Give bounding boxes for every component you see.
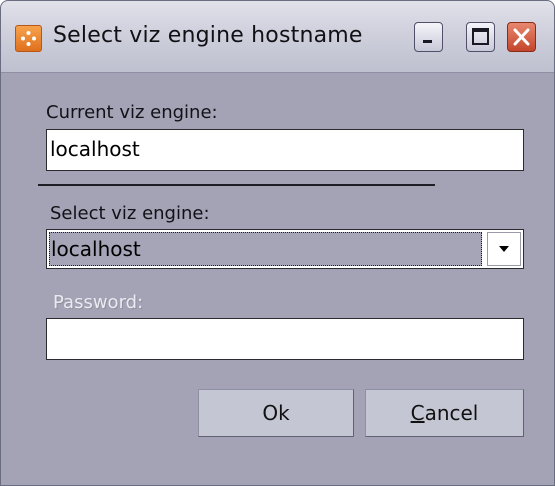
ok-button-label: Ok [262,401,290,425]
password-field[interactable] [46,318,524,360]
dropdown-arrow-button[interactable] [487,232,521,266]
dialog-window: Select viz engine hostname Current viz e… [0,0,555,486]
engine-dropdown-value: localhost [49,232,482,266]
cancel-button-label: ancel [424,401,479,425]
password-label: Password: [53,292,144,313]
window-title: Select viz engine hostname [53,23,363,48]
cancel-button-mnemonic: C [410,401,425,425]
minimize-button[interactable] [414,22,443,52]
engine-dropdown[interactable]: localhost [46,229,524,269]
ok-button[interactable]: Ok [198,389,354,437]
current-engine-label: Current viz engine: [46,102,218,123]
separator [38,184,435,186]
app-icon[interactable] [15,25,42,52]
chevron-down-icon [499,246,509,252]
close-button[interactable] [507,22,536,52]
maximize-button[interactable] [466,22,495,52]
current-engine-field[interactable]: localhost [46,129,524,171]
select-engine-label: Select viz engine: [50,203,210,224]
title-bar[interactable]: Select viz engine hostname [1,1,554,73]
close-icon [513,28,530,46]
minimize-icon [423,40,432,43]
cancel-button[interactable]: Cancel [365,389,524,437]
maximize-icon [472,28,489,45]
